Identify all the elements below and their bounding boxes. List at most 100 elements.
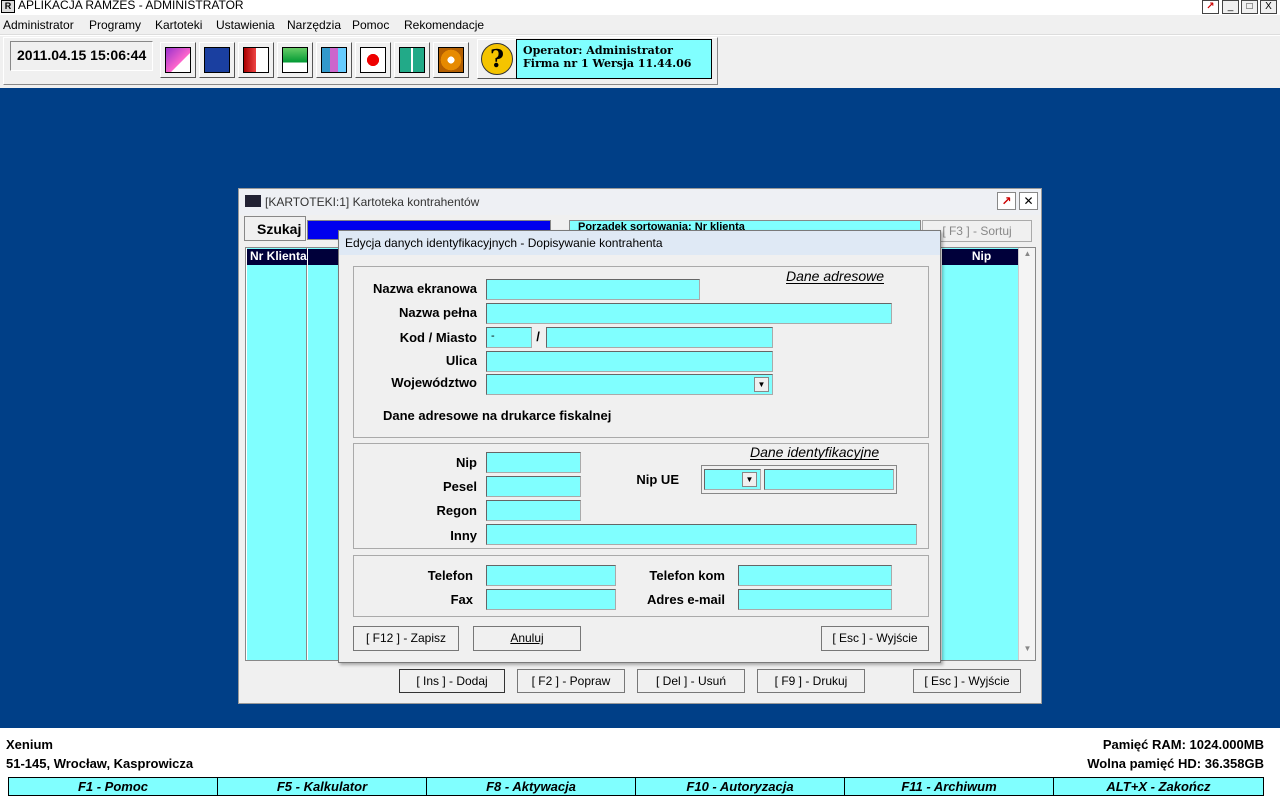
email-label: Adres e-mail [646, 592, 725, 607]
chevron-down-icon[interactable]: ▼ [742, 472, 757, 487]
pesel-input[interactable] [486, 476, 581, 497]
ramzes-logo-icon: ↗ [1202, 0, 1219, 14]
nip-label: Nip [456, 455, 477, 470]
dialog-title: Edycja danych identyfikacyjnych - Dopisy… [339, 231, 940, 255]
operator-info: Operator: Administrator Firma nr 1 Wersj… [516, 39, 712, 79]
edit-button[interactable]: [ F2 ] - Popraw [517, 669, 625, 693]
magazine-button[interactable] [238, 42, 274, 78]
city-input[interactable] [546, 327, 773, 348]
status-area: Xenium 51-145, Wrocław, Kasprowicza Pami… [0, 728, 1280, 800]
delete-button[interactable]: [ Del ] - Usuń [637, 669, 745, 693]
fkey-authorization[interactable]: F10 - Autoryzacja [635, 777, 845, 796]
code-city-separator: / [536, 329, 540, 344]
toolbar: 2011.04.15 15:06:44 ? Operator: Administ… [0, 36, 1280, 88]
gear-icon [438, 47, 464, 73]
add-button[interactable]: [ Ins ] - Dodaj [399, 669, 505, 693]
transfer-button[interactable] [199, 42, 235, 78]
scroll-down-icon[interactable]: ▼ [1021, 644, 1034, 658]
users-button[interactable] [394, 42, 430, 78]
menu-narzedzia[interactable]: Narzędzia [287, 18, 341, 32]
transfer-arrows-icon [204, 47, 230, 73]
company-name: Xenium [6, 737, 53, 752]
magazine-icon [243, 47, 269, 73]
chevron-down-icon[interactable]: ▼ [754, 377, 769, 392]
contractors-window-title: [KARTOTEKI:1] Kartoteka kontrahentów [265, 195, 480, 209]
nip-ue-label: Nip UE [636, 472, 679, 487]
fkey-activation[interactable]: F8 - Aktywacja [426, 777, 636, 796]
menu-bar: Administrator Programy Kartoteki Ustawie… [0, 15, 1280, 35]
identification-group-title: Dane identyfikacyjne [750, 444, 880, 460]
table-scrollbar[interactable]: ▲ ▼ [1018, 248, 1035, 660]
maximize-button[interactable]: □ [1241, 0, 1258, 14]
nip-input[interactable] [486, 452, 581, 473]
nip-column [942, 248, 1018, 660]
edit-contractor-dialog: Edycja danych identyfikacyjnych - Dopisy… [338, 230, 941, 663]
second-column [308, 248, 342, 660]
documents-button[interactable] [277, 42, 313, 78]
column-header-nip[interactable]: Nip [942, 249, 1018, 265]
fkey-archive[interactable]: F11 - Archiwum [844, 777, 1054, 796]
screen-name-label: Nazwa ekranowa [372, 281, 477, 296]
settings-button[interactable] [433, 42, 469, 78]
fkey-exit[interactable]: ALT+X - Zakończ [1053, 777, 1264, 796]
nip-ue-input[interactable] [764, 469, 894, 490]
window-title: APLIKACJA RAMZES - ADMINISTRATOR [18, 0, 244, 12]
fkey-calculator[interactable]: F5 - Kalkulator [217, 777, 427, 796]
app-icon: R [1, 0, 15, 13]
mobile-phone-input[interactable] [738, 565, 892, 586]
contractors-close-button[interactable]: ✕ [1019, 192, 1038, 210]
pesel-label: Pesel [443, 479, 477, 494]
books-icon [165, 47, 191, 73]
screen-name-input[interactable] [486, 279, 700, 300]
street-input[interactable] [486, 351, 773, 372]
regon-input[interactable] [486, 500, 581, 521]
minimize-button[interactable]: _ [1222, 0, 1239, 14]
fkey-help[interactable]: F1 - Pomoc [8, 777, 218, 796]
company-address: 51-145, Wrocław, Kasprowicza [6, 756, 194, 771]
operator-line: Operator: Administrator [523, 44, 673, 57]
bar-chart-icon [321, 47, 347, 73]
question-mark-icon: ? [481, 43, 513, 75]
menu-programy[interactable]: Programy [89, 18, 141, 32]
books-button[interactable] [160, 42, 196, 78]
charts-button[interactable] [316, 42, 352, 78]
province-select[interactable]: ▼ [486, 374, 773, 395]
full-name-input[interactable] [486, 303, 892, 324]
menu-ustawienia[interactable]: Ustawienia [216, 18, 275, 32]
documents-icon [282, 47, 308, 73]
help-button[interactable]: ? [477, 39, 517, 79]
print-button[interactable]: [ F9 ] - Drukuj [757, 669, 865, 693]
other-id-input[interactable] [486, 524, 917, 545]
menu-pomoc[interactable]: Pomoc [352, 18, 389, 32]
email-input[interactable] [738, 589, 892, 610]
phone-label: Telefon [427, 568, 473, 583]
full-name-label: Nazwa pełna [398, 305, 477, 320]
phone-input[interactable] [486, 565, 616, 586]
window-app-icon [245, 195, 261, 207]
column-header-2[interactable] [308, 249, 342, 265]
contractors-window-titlebar: [KARTOTEKI:1] Kartoteka kontrahentów ↗ ✕ [239, 189, 1041, 215]
firm-version-line: Firma nr 1 Wersja 11.44.06 [523, 57, 692, 70]
nip-ue-country-select[interactable]: ▼ [704, 469, 761, 490]
column-header-nr-klienta[interactable]: Nr Klienta [247, 249, 307, 265]
cancel-button[interactable]: Anuluj [473, 626, 581, 651]
ramzes-small-logo-icon: ↗ [997, 192, 1016, 210]
menu-kartoteki[interactable]: Kartoteki [155, 18, 202, 32]
menu-rekomendacje[interactable]: Rekomendacje [404, 18, 484, 32]
dialog-exit-button[interactable]: [ Esc ] - Wyjście [821, 626, 929, 651]
mobile-phone-label: Telefon kom [649, 568, 725, 583]
fax-input[interactable] [486, 589, 616, 610]
close-button[interactable]: X [1260, 0, 1277, 14]
ram-info: Pamięć RAM: 1024.000MB [1102, 737, 1264, 752]
datetime-display: 2011.04.15 15:06:44 [10, 41, 153, 71]
scroll-up-icon[interactable]: ▲ [1021, 249, 1034, 263]
postal-code-input[interactable]: - [486, 327, 532, 348]
users-icon [399, 47, 425, 73]
search-label: Szukaj [244, 216, 306, 241]
contractors-exit-button[interactable]: [ Esc ] - Wyjście [913, 669, 1021, 693]
save-button[interactable]: [ F12 ] - Zapisz [353, 626, 459, 651]
menu-administrator[interactable]: Administrator [3, 18, 74, 32]
record-button[interactable] [355, 42, 391, 78]
function-key-bar: F1 - Pomoc F5 - Kalkulator F8 - Aktywacj… [8, 777, 1264, 796]
street-label: Ulica [445, 353, 477, 368]
